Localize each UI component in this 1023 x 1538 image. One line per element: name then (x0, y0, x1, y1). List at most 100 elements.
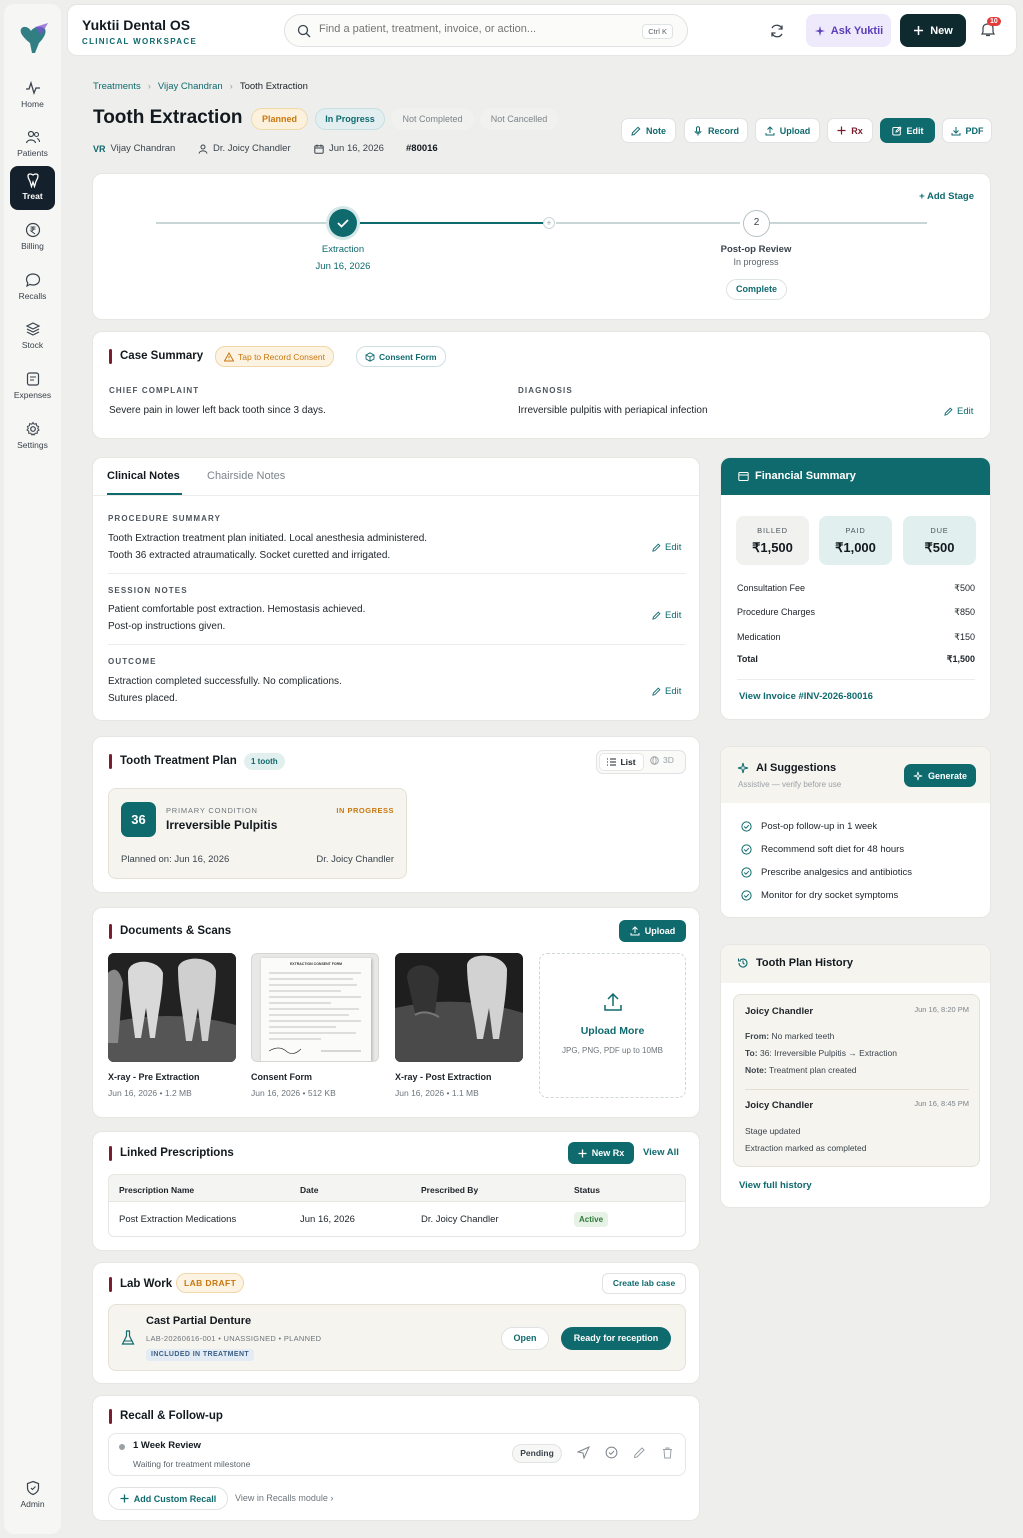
chevron-right-icon: › (229, 81, 233, 92)
nav-patients[interactable]: Patients (10, 123, 55, 167)
brand-title: Yuktii Dental OS (82, 17, 191, 33)
ready-for-reception-button[interactable]: Ready for reception (561, 1327, 671, 1350)
pdf-button[interactable]: PDF (942, 118, 992, 143)
rx-button[interactable]: Rx (827, 118, 873, 143)
view-full-history-link[interactable]: View full history (739, 1180, 812, 1191)
nav-admin[interactable]: Admin (10, 1474, 55, 1518)
create-lab-case-button[interactable]: Create lab case (602, 1273, 686, 1294)
consent-form-button[interactable]: Consent Form (356, 346, 446, 367)
history-time: Jun 16, 8:20 PM (914, 1005, 969, 1014)
table-row[interactable]: Post Extraction Medications Jun 16, 2026… (108, 1202, 686, 1237)
edit-procedure-button[interactable]: Edit (652, 542, 681, 553)
ai-suggestion-text: Monitor for dry socket symptoms (761, 890, 899, 901)
edit-summary-button[interactable]: Edit (944, 406, 973, 417)
column-header[interactable]: Date (300, 1185, 318, 1195)
global-search[interactable]: Ctrl K (284, 14, 688, 47)
billed-label: BILLED (757, 526, 788, 535)
ai-suggestion-item[interactable]: Monitor for dry socket symptoms (741, 890, 898, 901)
ai-suggestion-item[interactable]: Prescribe analgesics and antibiotics (741, 867, 912, 878)
add-stage-button[interactable]: + Add Stage (919, 191, 974, 202)
stage-track (770, 222, 927, 224)
recall-item[interactable]: 1 Week Review Waiting for treatment mile… (108, 1433, 686, 1476)
check-circle-icon[interactable] (605, 1446, 618, 1459)
upload-button[interactable]: Upload (755, 118, 820, 143)
case-id: #80016 (406, 143, 438, 154)
refresh-icon[interactable] (769, 23, 785, 39)
fee-row: Consultation Fee ₹500 (737, 583, 975, 594)
view-invoice-link[interactable]: View Invoice #INV-2026-80016 (739, 691, 873, 702)
upload-more-dropzone[interactable]: Upload More JPG, PNG, PDF up to 10MB (539, 953, 686, 1098)
tooth-count-badge: 1 tooth (244, 753, 285, 770)
ai-suggestion-item[interactable]: Recommend soft diet for 48 hours (741, 844, 904, 855)
view-list-button[interactable]: List (599, 753, 644, 771)
new-button[interactable]: New (900, 14, 966, 47)
nav-stock[interactable]: Stock (10, 315, 55, 359)
edit-outcome-button[interactable]: Edit (652, 686, 681, 697)
nav-treat[interactable]: Treat (10, 166, 55, 210)
status-pill-planned[interactable]: Planned (251, 108, 308, 130)
column-header[interactable]: Status (574, 1185, 600, 1195)
new-rx-button[interactable]: New Rx (568, 1142, 634, 1164)
generate-button[interactable]: Generate (904, 764, 976, 787)
nav-recalls[interactable]: Recalls (10, 266, 55, 310)
stage-number-marker[interactable]: 2 (743, 210, 770, 237)
send-icon[interactable] (577, 1446, 590, 1459)
open-lab-button[interactable]: Open (501, 1327, 549, 1350)
breadcrumb-item[interactable]: Vijay Chandran (158, 81, 223, 92)
nav-billing[interactable]: Billing (10, 216, 55, 260)
doc-meta: Jun 16, 2026 • 512 KB (251, 1088, 336, 1098)
consent-form-thumbnail[interactable]: EXTRACTION CONSENT FORM (251, 953, 379, 1062)
documents-upload-button[interactable]: Upload (619, 920, 686, 942)
tab-clinical-notes[interactable]: Clinical Notes (107, 470, 180, 482)
complete-stage-button[interactable]: Complete (726, 279, 787, 300)
view-3d-button[interactable]: 3D (650, 755, 674, 765)
search-shortcut: Ctrl K (642, 24, 673, 39)
view-all-rx-link[interactable]: View All (643, 1147, 679, 1158)
fee-name: Medication (737, 632, 781, 642)
search-input[interactable] (319, 23, 619, 35)
stage-done-marker[interactable] (329, 209, 357, 237)
nav-expenses[interactable]: Expenses (10, 365, 55, 409)
warning-icon (224, 351, 234, 362)
rx-name: Post Extraction Medications (119, 1214, 237, 1225)
users-icon (25, 129, 41, 145)
ai-suggestion-item[interactable]: Post-op follow-up in 1 week (741, 821, 877, 832)
stages-card: + Add Stage + Extraction Jun 16, 2026 2 … (92, 173, 991, 320)
patient-meta[interactable]: VR Vijay Chandran (93, 143, 175, 154)
trash-icon[interactable] (661, 1446, 674, 1459)
edit-case-button[interactable]: Edit (880, 118, 935, 143)
status-pill-not-cancelled[interactable]: Not Cancelled (480, 108, 558, 130)
section-divider (108, 573, 686, 574)
app-logo[interactable] (17, 21, 51, 57)
xray-pre-thumbnail[interactable] (108, 953, 236, 1062)
column-header[interactable]: Prescribed By (421, 1185, 478, 1195)
view-toggle: List 3D (596, 750, 686, 774)
status-pill-in-progress[interactable]: In Progress (315, 108, 385, 130)
xray-post-thumbnail[interactable] (395, 953, 523, 1062)
billed-box: BILLED ₹1,500 (736, 516, 809, 565)
ask-yuktii-button[interactable]: Ask Yuktii (806, 14, 891, 47)
upload-icon (765, 125, 775, 136)
session-notes-line: Patient comfortable post extraction. Hem… (108, 604, 366, 615)
record-consent-tag[interactable]: Tap to Record Consent (215, 346, 334, 367)
lab-item[interactable]: Cast Partial Denture LAB-20260616-001 • … (108, 1304, 686, 1371)
rx-doctor: Dr. Joicy Chandler (421, 1214, 499, 1225)
view-recalls-module-link[interactable]: View in Recalls module › (235, 1493, 333, 1503)
recall-card: Recall & Follow-up 1 Week Review Waiting… (92, 1395, 700, 1521)
breadcrumb-item[interactable]: Treatments (93, 81, 141, 92)
column-header[interactable]: Prescription Name (119, 1185, 194, 1195)
insert-stage-icon[interactable]: + (543, 217, 555, 229)
nav-settings[interactable]: Settings (10, 415, 55, 459)
nav-home[interactable]: Home (10, 74, 55, 118)
note-button[interactable]: Note (621, 118, 676, 143)
recall-item-title: 1 Week Review (133, 1440, 201, 1451)
tab-chairside-notes[interactable]: Chairside Notes (207, 470, 285, 482)
ask-label: Ask Yuktii (830, 24, 884, 37)
tooth-plan-item[interactable]: 36 PRIMARY CONDITION Irreversible Pulpit… (108, 788, 407, 879)
pencil-icon[interactable] (633, 1446, 646, 1459)
status-pill-not-completed[interactable]: Not Completed (391, 108, 474, 130)
add-custom-recall-button[interactable]: Add Custom Recall (108, 1487, 228, 1510)
record-button[interactable]: Record (684, 118, 748, 143)
chat-icon (25, 272, 41, 288)
edit-session-button[interactable]: Edit (652, 610, 681, 621)
